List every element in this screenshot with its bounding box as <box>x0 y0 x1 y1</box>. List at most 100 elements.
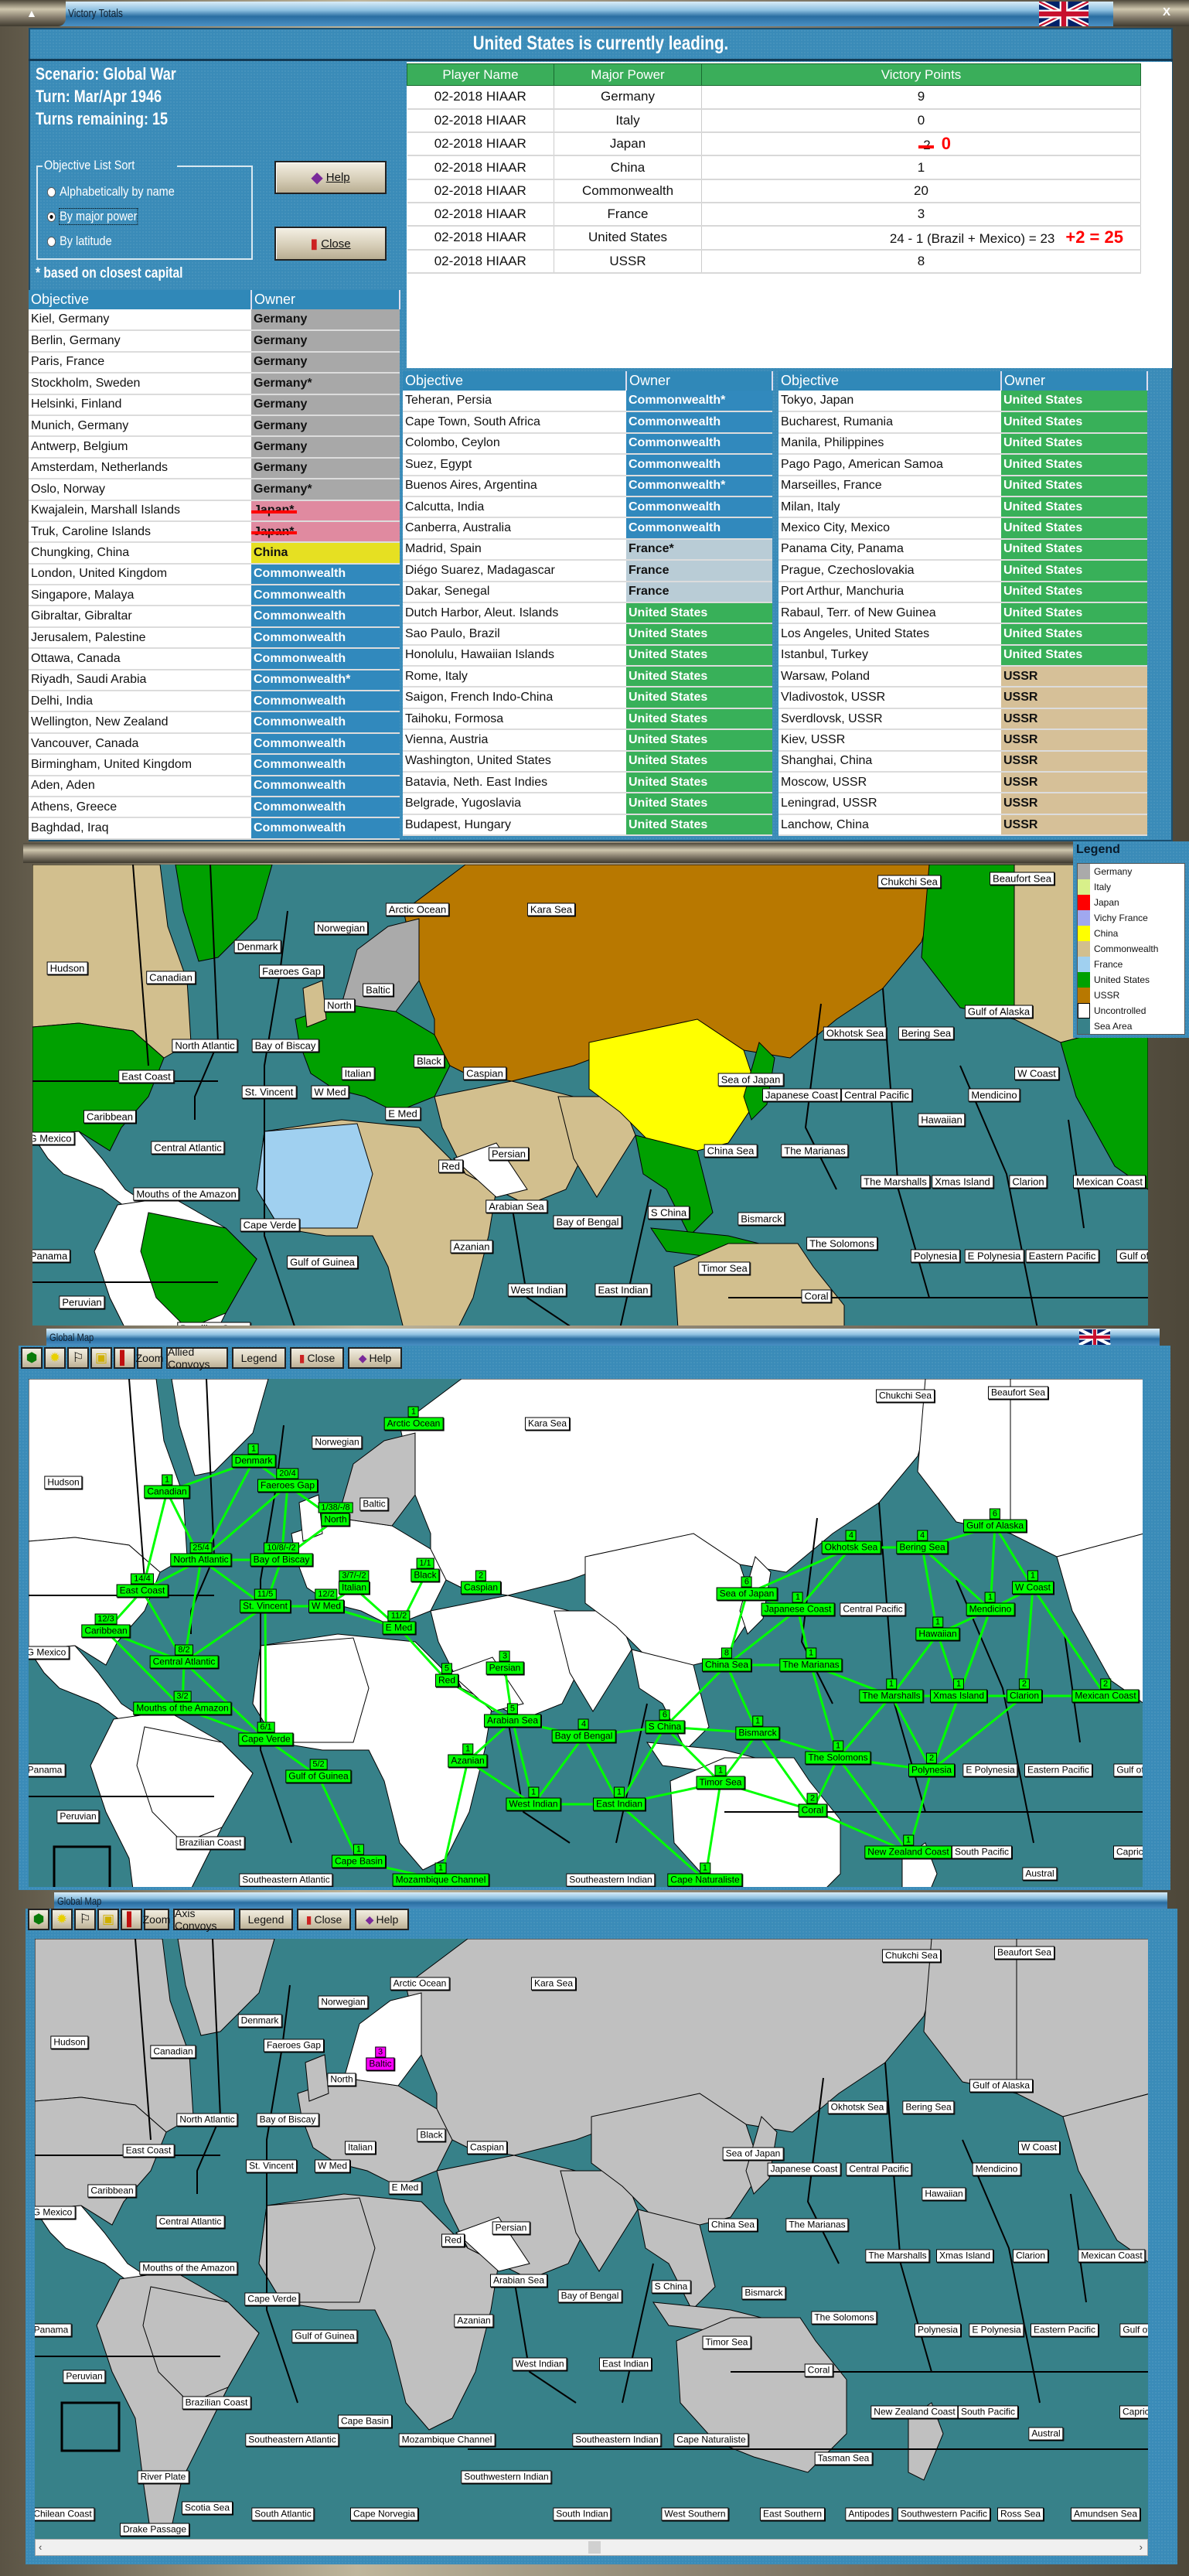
sea-area-label[interactable]: Southeastern Indian <box>566 1873 656 1887</box>
sea-area-label[interactable]: Coral <box>804 2363 833 2377</box>
sea-area-label[interactable]: Azanian 1 <box>448 1743 488 1768</box>
sea-area-label[interactable]: Beaufort Sea <box>993 1946 1055 1960</box>
sea-area-label[interactable]: Austral <box>1022 1867 1058 1881</box>
sea-area-label[interactable]: S China <box>651 2280 691 2294</box>
sea-area-label[interactable]: Persian 3 <box>485 1650 524 1675</box>
sea-area-label[interactable]: Central Atlantic <box>151 1141 225 1155</box>
sea-area-label[interactable]: St. Vincent 11/5 <box>240 1588 291 1613</box>
sea-area-label[interactable]: China Sea <box>707 2218 758 2232</box>
help-button[interactable]: ◆ Help <box>355 1909 409 1930</box>
sea-area-label[interactable]: Arabian Sea <box>485 1199 547 1213</box>
sea-area-label[interactable]: Peruvian <box>56 1810 100 1824</box>
sea-area-label[interactable]: New Zealand Coast 1 <box>864 1834 952 1859</box>
sea-area-label[interactable]: New Zealand Coast <box>870 2405 959 2419</box>
sea-area-label[interactable]: Okhotsk Sea <box>827 2100 887 2114</box>
col-objective[interactable]: Objective <box>403 371 627 391</box>
sea-area-label[interactable]: Bismarck <box>738 1212 785 1226</box>
sea-area-label[interactable]: Red <box>438 1159 463 1173</box>
sea-area-label[interactable]: Arctic Ocean <box>385 902 450 916</box>
sea-area-label[interactable]: S China <box>647 1206 690 1220</box>
sea-area-label[interactable]: W Coast <box>1014 1066 1059 1080</box>
scrollbar-thumb[interactable] <box>588 2541 601 2554</box>
sea-area-label[interactable]: W Med 12/2 <box>308 1588 345 1613</box>
sea-area-label[interactable]: E Med 11/2 <box>382 1610 416 1635</box>
sea-area-label[interactable]: Bering Sea <box>902 2100 955 2114</box>
sea-area-label[interactable]: Beaufort Sea <box>990 872 1054 885</box>
flag-button[interactable]: ⚐ <box>74 1909 96 1930</box>
sea-area-label[interactable]: The Solomons 1 <box>805 1740 871 1765</box>
sea-area-label[interactable]: Faeroes Gap <box>263 2039 325 2052</box>
col-objective[interactable]: Objective <box>778 371 1002 391</box>
sea-area-label[interactable]: East Indian <box>594 1283 652 1297</box>
sea-area-label[interactable]: Brazilian Coast <box>177 1322 251 1326</box>
scroll-left-arrow-icon[interactable]: ‹ <box>39 2541 42 2553</box>
scroll-right-arrow-icon[interactable]: › <box>1140 2541 1143 2553</box>
sea-area-label[interactable]: S China 6 <box>645 1709 685 1734</box>
sea-area-label[interactable]: Mouths of the Amazon <box>139 2261 238 2275</box>
sea-area-label[interactable]: North Atlantic <box>176 2113 238 2127</box>
sea-area-label[interactable]: North <box>327 2073 356 2086</box>
sea-area-label[interactable]: Capricorn <box>1119 2405 1148 2419</box>
col-owner[interactable]: Owner <box>251 290 400 309</box>
sea-area-label[interactable]: Japanese Coast <box>762 1088 841 1102</box>
sea-area-label[interactable]: Capricorn <box>1112 1845 1143 1859</box>
sea-area-label[interactable]: Kara Sea <box>526 902 576 916</box>
sea-area-label[interactable]: Bay of Biscay 10/8/-/2 <box>250 1542 313 1567</box>
unit-counter-button[interactable]: ▣ <box>90 1347 112 1369</box>
sea-area-label[interactable]: Persian <box>492 2221 530 2235</box>
sea-area-label[interactable]: Eastern Pacific <box>1024 1763 1093 1777</box>
sea-area-label[interactable]: Okhotsk Sea 4 <box>821 1530 881 1554</box>
sea-area-label[interactable]: Gulf of Guinea <box>287 1255 358 1269</box>
sea-area-label[interactable]: Mexican Coast 2 <box>1071 1678 1140 1703</box>
sea-area-label[interactable]: South Pacific <box>957 2405 1019 2419</box>
sea-area-label[interactable]: Mouths of the Amazon 3/2 <box>133 1691 232 1715</box>
sea-area-label[interactable]: South Pacific <box>951 1845 1013 1859</box>
sea-area-label[interactable]: Kara Sea <box>524 1417 571 1431</box>
map1-title-bar[interactable] <box>23 843 1075 863</box>
sea-area-label[interactable]: Xmas Island <box>932 1175 993 1189</box>
sea-area-label[interactable]: Norwegian <box>313 921 369 935</box>
minimize-handle[interactable]: ▲ <box>0 0 66 26</box>
sea-area-label[interactable]: Caribbean <box>87 2184 137 2198</box>
close-window-handle[interactable]: X <box>1113 0 1189 26</box>
allied-convoys-map[interactable]: Arctic Ocean 1 Kara Sea Norwegian Denmark 1 Hu… <box>29 1379 1143 1887</box>
sea-area-label[interactable]: Tasman Sea <box>814 2451 873 2465</box>
col-owner[interactable]: Owner <box>626 371 773 391</box>
sea-area-label[interactable]: Okhotsk Sea <box>823 1026 887 1040</box>
col-victory-points[interactable]: Victory Points <box>701 63 1141 86</box>
sea-area-label[interactable]: Caspian <box>466 2141 508 2155</box>
col-objective[interactable]: Objective <box>29 290 252 309</box>
close-button[interactable]: ▮ Close <box>297 1909 351 1930</box>
sun-button[interactable]: ✹ <box>44 1347 66 1369</box>
sea-area-label[interactable]: Gulf of <box>1113 1763 1143 1777</box>
close-button[interactable]: ▮ Close <box>290 1347 344 1369</box>
sea-area-label[interactable]: Chukchi Sea <box>881 1949 942 1963</box>
horizontal-scrollbar[interactable]: ‹ › <box>35 2539 1148 2556</box>
sea-area-label[interactable]: W Coast <box>1017 2141 1061 2155</box>
axis-convoys-map[interactable]: Arctic Ocean Kara Sea Norwegian Denmark Huds… <box>35 1939 1148 2539</box>
sea-area-label[interactable]: North Atlantic 25/4 <box>170 1542 232 1567</box>
sea-area-label[interactable]: Mouths of the Amazon <box>133 1187 240 1201</box>
sea-area-label[interactable]: E Polynesia <box>962 1763 1018 1777</box>
sea-area-label[interactable]: Arctic Ocean <box>390 1977 450 1991</box>
sea-area-label[interactable]: Caribbean <box>83 1110 136 1124</box>
viewport-indicator[interactable] <box>60 2401 121 2452</box>
zoom-button[interactable]: Zoom <box>143 1909 170 1930</box>
zoom-button[interactable]: Zoom <box>136 1347 163 1369</box>
sea-area-label[interactable]: Bering Sea 4 <box>896 1530 949 1554</box>
sea-area-label[interactable]: Norwegian <box>312 1435 363 1449</box>
allied-convoys-button[interactable]: Allied Convoys <box>166 1346 228 1370</box>
sea-area-label[interactable]: Southeastern Atlantic <box>239 1873 333 1887</box>
sea-area-label[interactable]: Cape Verde <box>244 2292 300 2306</box>
sea-area-label[interactable]: Japanese Coast <box>767 2162 841 2176</box>
sea-area-label[interactable]: The Solomons <box>811 2311 877 2325</box>
sea-area-label[interactable]: Cape Basin <box>337 2414 393 2428</box>
sea-area-label[interactable]: Brazilian Coast <box>182 2396 251 2410</box>
sea-area-label[interactable]: Sea of Japan 6 <box>716 1576 778 1601</box>
sea-area-label[interactable]: Azanian <box>450 1240 493 1254</box>
sea-area-label[interactable]: Mozambique Channel <box>398 2433 496 2447</box>
sea-area-label[interactable]: Coral <box>801 1289 832 1303</box>
map2-title-bar[interactable]: Global Map <box>46 1329 1160 1346</box>
sea-area-label[interactable]: Panama <box>32 1249 71 1263</box>
sea-area-label[interactable]: Azanian <box>454 2314 494 2328</box>
